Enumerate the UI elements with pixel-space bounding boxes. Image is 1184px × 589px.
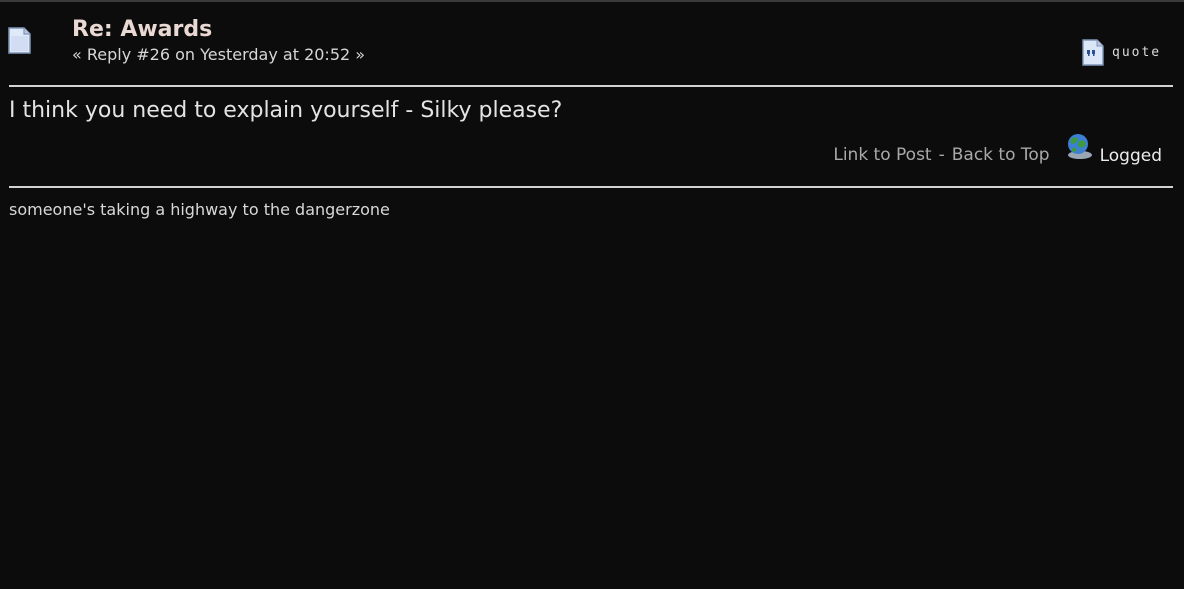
back-to-top-link[interactable]: Back to Top (952, 145, 1050, 165)
logged-label: Logged (1099, 146, 1162, 166)
post-message: I think you need to explain yourself - S… (9, 98, 563, 123)
user-signature: someone's taking a highway to the danger… (9, 200, 390, 219)
signature-divider (9, 186, 1173, 188)
reply-meta: « Reply #26 on Yesterday at 20:52 » (72, 45, 366, 64)
document-icon (8, 25, 32, 55)
quote-label: quote (1112, 44, 1162, 60)
globe-icon (1050, 133, 1100, 173)
post-footer-links: Link to Post - Back to Top Logged (0, 133, 1162, 173)
link-to-post[interactable]: Link to Post (833, 145, 931, 165)
header-divider (9, 85, 1173, 87)
quote-icon (1082, 38, 1104, 66)
post-title[interactable]: Re: Awards (72, 17, 212, 43)
quote-button[interactable]: quote (1082, 38, 1161, 66)
link-separator: - (938, 145, 945, 165)
forum-post: Re: Awards « Reply #26 on Yesterday at 2… (0, 0, 1184, 589)
